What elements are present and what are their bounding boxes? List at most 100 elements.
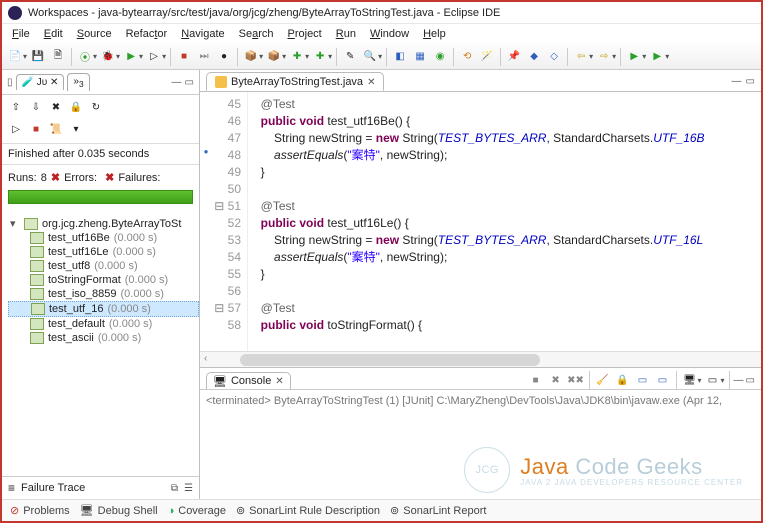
editor-maximize-icon[interactable]: ▭ bbox=[746, 76, 755, 87]
tree-test-item[interactable]: test_utf16Le (0.000 s) bbox=[8, 245, 199, 259]
run2-icon[interactable]: ▶ bbox=[625, 48, 643, 66]
rerun-fail-icon[interactable]: ▷ bbox=[8, 121, 24, 137]
compare-icon[interactable]: ⧉ bbox=[171, 483, 178, 494]
stop-junit-icon[interactable]: ■ bbox=[28, 121, 44, 137]
scroll-lock-console-icon[interactable]: 🔒 bbox=[614, 371, 632, 389]
junit-tree[interactable]: ▾ org.jcg.zheng.ByteArrayToSt test_utf16… bbox=[2, 212, 199, 349]
breakpoint-toggle-icon[interactable]: ● bbox=[215, 48, 233, 66]
editor-minimize-icon[interactable]: — bbox=[732, 76, 742, 87]
run-icon[interactable]: ▶ bbox=[122, 48, 140, 66]
clear-console-icon[interactable]: 🧹 bbox=[594, 371, 612, 389]
pin-editor-icon[interactable]: ◉ bbox=[431, 48, 449, 66]
next-fail-icon[interactable]: ⇩ bbox=[28, 99, 44, 115]
menu-search[interactable]: Search bbox=[233, 26, 280, 42]
menu-help[interactable]: Help bbox=[417, 26, 452, 42]
new-java-icon[interactable]: ✚ bbox=[288, 48, 306, 66]
menu-refactor[interactable]: Refactor bbox=[120, 26, 174, 42]
minimize-view-icon[interactable]: — bbox=[172, 77, 182, 88]
new-package-icon[interactable]: 📦 bbox=[242, 48, 260, 66]
toggle-mark-icon[interactable]: ◧ bbox=[391, 48, 409, 66]
new-class-icon[interactable]: 📦 bbox=[265, 48, 283, 66]
filter-icon[interactable]: ☰ bbox=[184, 483, 193, 494]
junit-tab[interactable]: 🧪 Jᴜ ✕ bbox=[16, 74, 65, 90]
save-icon[interactable]: 💾 bbox=[29, 48, 47, 66]
view-menu-icon[interactable]: ▾ bbox=[68, 121, 84, 137]
tree-test-item[interactable]: test_ascii (0.000 s) bbox=[8, 331, 199, 345]
editor-tab[interactable]: ByteArrayToStringTest.java ✕ bbox=[206, 72, 384, 91]
terminate-relaunch-icon[interactable]: ■ bbox=[527, 371, 545, 389]
watermark-badge: JCG bbox=[464, 447, 510, 493]
more-tabs[interactable]: »3 bbox=[67, 73, 89, 91]
pin-icon[interactable]: 📌 bbox=[505, 48, 523, 66]
open-task-icon[interactable]: ✎ bbox=[341, 48, 359, 66]
debug-icon[interactable]: 🐞 bbox=[99, 48, 117, 66]
stop-icon[interactable]: ■ bbox=[175, 48, 193, 66]
console-body[interactable]: <terminated> ByteArrayToStringTest (1) [… bbox=[200, 389, 761, 499]
console-max-icon[interactable]: ▭ bbox=[746, 375, 755, 386]
menu-project[interactable]: Project bbox=[282, 26, 328, 42]
menu-file[interactable]: File bbox=[6, 26, 36, 42]
console-tab[interactable]: 🖥 Console ✕ bbox=[206, 372, 291, 389]
menu-navigate[interactable]: Navigate bbox=[175, 26, 230, 42]
display-selected-icon[interactable]: ▭ bbox=[704, 371, 722, 389]
tree-test-item[interactable]: test_utf_16 (0.000 s) bbox=[8, 301, 199, 317]
test-name: test_iso_8859 bbox=[48, 288, 117, 300]
search-icon[interactable]: 🔍 bbox=[361, 48, 379, 66]
maximize-view-icon[interactable]: ▭ bbox=[185, 77, 194, 88]
nav-back-icon[interactable]: ⇦ bbox=[572, 48, 590, 66]
test-pass-icon bbox=[30, 260, 44, 272]
new-icon[interactable]: 📄 bbox=[6, 48, 24, 66]
scroll-lock-icon[interactable]: 🔒 bbox=[68, 99, 84, 115]
open-console-icon[interactable]: 🖥 bbox=[681, 371, 699, 389]
run-coverage-icon[interactable]: ⦿ bbox=[76, 48, 94, 66]
code-area[interactable]: @Test public void test_utf16Be() { Strin… bbox=[248, 92, 761, 351]
menu-window[interactable]: Window bbox=[364, 26, 415, 42]
remove-launch-icon[interactable]: ✖ bbox=[547, 371, 565, 389]
test-time: (0.000 s) bbox=[121, 288, 164, 300]
tree-test-item[interactable]: test_default (0.000 s) bbox=[8, 317, 199, 331]
console-min-icon[interactable]: — bbox=[734, 375, 744, 386]
test-name: toStringFormat bbox=[48, 274, 121, 286]
history-icon[interactable]: 📜 bbox=[48, 121, 64, 137]
close-console-tab-icon[interactable]: ✕ bbox=[275, 376, 283, 387]
menu-edit[interactable]: Edit bbox=[38, 26, 69, 42]
sonar-analyze-icon[interactable]: ◇ bbox=[545, 48, 563, 66]
tab-sonar-report[interactable]: ⊚SonarLint Report bbox=[390, 504, 486, 517]
scroll-thumb[interactable] bbox=[240, 354, 540, 366]
close-tab-icon[interactable]: ✕ bbox=[367, 77, 375, 88]
rerun-icon[interactable]: ↻ bbox=[88, 99, 104, 115]
work-area: ▯ 🧪 Jᴜ ✕ »3 — ▭ ⇧ ⇩ ✖ 🔒 ↻ ▷ ■ 📜 ▾ Finish… bbox=[2, 70, 761, 499]
editor-hscroll[interactable]: ‹ bbox=[200, 351, 761, 367]
sonar-icon[interactable]: ◆ bbox=[525, 48, 543, 66]
code-editor[interactable]: ● 454647484950⊟ 515253545556⊟ 5758 @Test… bbox=[200, 92, 761, 351]
save-all-icon[interactable]: 🗎 bbox=[49, 48, 67, 66]
view-stub-1-icon[interactable]: ▯ bbox=[7, 77, 13, 88]
remove-all-icon[interactable]: ✖✖ bbox=[567, 371, 585, 389]
run-last-icon[interactable]: ▷ bbox=[145, 48, 163, 66]
test-time: (0.000 s) bbox=[113, 246, 156, 258]
wand-icon[interactable]: 🪄 bbox=[478, 48, 496, 66]
menu-source[interactable]: Source bbox=[71, 26, 118, 42]
tree-suite[interactable]: ▾ org.jcg.zheng.ByteArrayToSt bbox=[8, 216, 199, 231]
tree-test-item[interactable]: test_iso_8859 (0.000 s) bbox=[8, 287, 199, 301]
show-console-on-out-icon[interactable]: ▭ bbox=[634, 371, 652, 389]
tree-test-item[interactable]: test_utf16Be (0.000 s) bbox=[8, 231, 199, 245]
tab-coverage[interactable]: ◑Coverage bbox=[168, 505, 226, 517]
test-pass-icon bbox=[30, 232, 44, 244]
show-console-on-err-icon[interactable]: ▭ bbox=[654, 371, 672, 389]
show-fail-only-icon[interactable]: ✖ bbox=[48, 99, 64, 115]
refresh-icon[interactable]: ⟲ bbox=[458, 48, 476, 66]
tab-debug-shell[interactable]: 🖥Debug Shell bbox=[80, 504, 158, 517]
nav-fwd-icon[interactable]: ⇨ bbox=[595, 48, 613, 66]
skip-icon[interactable]: ⏭ bbox=[195, 48, 213, 66]
toggle-block-icon[interactable]: ▦ bbox=[411, 48, 429, 66]
prev-fail-icon[interactable]: ⇧ bbox=[8, 99, 24, 115]
tree-test-item[interactable]: toStringFormat (0.000 s) bbox=[8, 273, 199, 287]
tab-sonar-rule[interactable]: ⊚SonarLint Rule Description bbox=[236, 504, 380, 517]
menu-run[interactable]: Run bbox=[330, 26, 362, 42]
run3-icon[interactable]: ▶ bbox=[648, 48, 666, 66]
tree-test-item[interactable]: test_utf8 (0.000 s) bbox=[8, 259, 199, 273]
line-gutter[interactable]: 454647484950⊟ 515253545556⊟ 5758 bbox=[212, 92, 248, 351]
tab-problems[interactable]: ⊘Problems bbox=[10, 504, 70, 517]
open-type-icon[interactable]: ✚ bbox=[311, 48, 329, 66]
